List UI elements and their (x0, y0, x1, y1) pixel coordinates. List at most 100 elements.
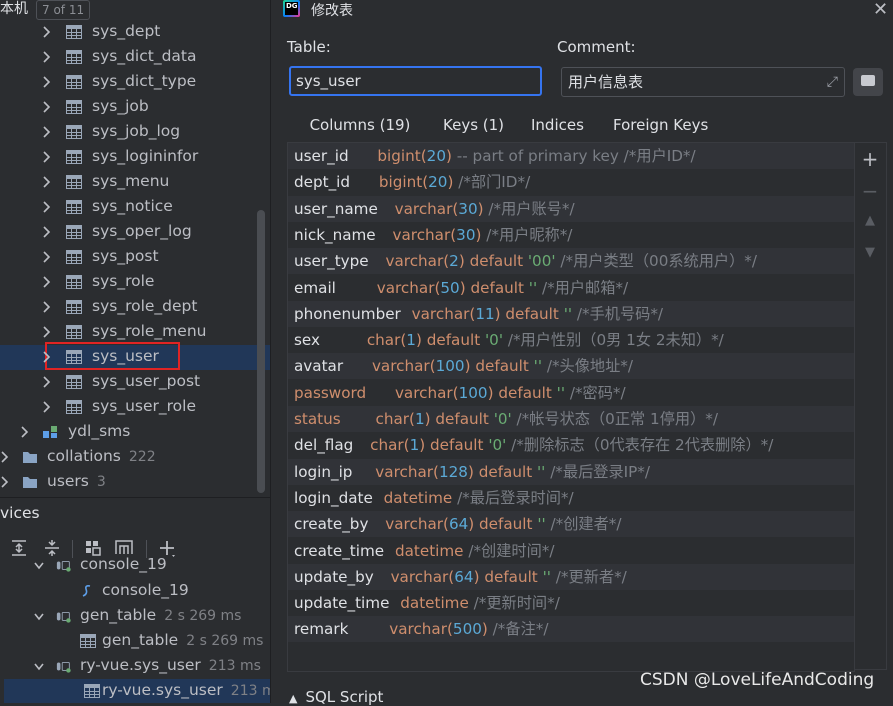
column-comment: /*更新者*/ (555, 567, 627, 586)
tree-header-title: 本机 (0, 1, 28, 17)
close-icon[interactable]: ✕ (873, 0, 888, 20)
table-tree-item[interactable]: sys_logininfor (0, 145, 270, 170)
move-down-icon[interactable]: ▼ (855, 245, 885, 260)
column-row[interactable]: avatar varchar(100) default '' /*头像地址*/ (288, 353, 854, 380)
column-row[interactable]: update_time datetime /*更新时间*/ (288, 590, 854, 616)
tree-item-label: users (47, 472, 89, 490)
table-tree-item[interactable]: sys_job_log (0, 120, 270, 145)
sql-script-toggle[interactable]: ▲ SQL Script (289, 688, 383, 706)
column-comment: /*创建时间*/ (468, 541, 555, 560)
table-icon (66, 325, 82, 339)
table-icon (66, 300, 82, 314)
service-item[interactable]: ry-vue.sys_user 213 ms (4, 679, 270, 703)
column-row[interactable]: login_ip varchar(128) default '' /*最后登录I… (288, 458, 854, 485)
table-tree-item[interactable]: sys_user (0, 342, 270, 370)
column-name: phonenumber (294, 304, 401, 323)
comment-input[interactable]: 用户信息表 ⤢ (561, 67, 845, 97)
tab-keys[interactable]: Keys (1) (443, 112, 504, 142)
comment-value: 用户信息表 (568, 73, 644, 91)
column-comment: /*用户账号*/ (488, 199, 575, 218)
table-tree-item[interactable]: sys_role (0, 270, 270, 295)
table-tree-item[interactable]: sys_user_role (0, 395, 270, 420)
tree-item-collations[interactable]: collations 222 (0, 445, 270, 470)
service-item-label: ry-vue.sys_user (102, 681, 223, 699)
column-length: 64 (448, 515, 469, 534)
column-row[interactable]: create_time datetime /*创建时间*/ (288, 538, 854, 564)
tab-foreign-keys[interactable]: Foreign Keys (613, 112, 708, 142)
remove-column-icon[interactable]: − (855, 179, 885, 203)
dialog-title: 修改表 (311, 3, 353, 19)
message-icon (861, 75, 875, 86)
table-tree-item[interactable]: sys_notice (0, 195, 270, 220)
datagrip-logo-icon: DG (283, 0, 300, 17)
service-item[interactable]: console_19 (0, 579, 270, 604)
column-row[interactable]: sex char(1) default '0' /*用户性别（0男 1女 2未知… (288, 327, 854, 353)
column-name: login_date (294, 488, 373, 507)
move-up-icon[interactable]: ▲ (855, 213, 885, 228)
tree-scrollbar[interactable] (257, 210, 265, 493)
expand-icon[interactable]: ⤢ (827, 74, 838, 90)
column-type: varchar (375, 462, 434, 481)
column-type: varchar (385, 515, 443, 534)
tree-item-label: sys_dept (92, 22, 161, 40)
table-tree-item[interactable]: sys_role_dept (0, 295, 270, 320)
tab-indices[interactable]: Indices (531, 112, 584, 142)
column-default: '0' (488, 436, 507, 455)
table-tree-item[interactable]: sys_dict_data (0, 45, 270, 70)
service-item[interactable]: ry-vue.sys_user 213 ms (0, 654, 270, 679)
column-comment: /*头像地址*/ (546, 357, 634, 376)
console-icon (56, 612, 71, 623)
service-item-label: gen_table (80, 606, 157, 624)
service-item[interactable]: gen_table 2 s 269 ms (0, 604, 270, 629)
table-tree-item[interactable]: sys_role_menu (0, 320, 270, 345)
column-comment: /*备注*/ (492, 620, 549, 639)
chevron-right-icon (43, 76, 51, 88)
table-tree-item[interactable]: sys_oper_log (0, 220, 270, 245)
column-row[interactable]: del_flag char(1) default '0' /*删除标志（0代表存… (288, 432, 854, 458)
default-keyword: default (475, 357, 529, 376)
column-default: '00' (527, 252, 556, 271)
table-tree-item[interactable]: sys_post (0, 245, 270, 270)
tree-item-schema[interactable]: ydl_sms (0, 420, 270, 445)
column-row[interactable]: create_by varchar(64) default '' /*创建者*/ (288, 511, 854, 538)
table-icon (66, 75, 82, 89)
service-item[interactable]: gen_table 2 s 269 ms (0, 629, 270, 654)
table-tree-item[interactable]: sys_dept (0, 20, 270, 45)
add-column-icon[interactable]: + (855, 147, 885, 171)
column-row[interactable]: password varchar(100) default '' /*密码*/ (288, 380, 854, 406)
column-row[interactable]: user_type varchar(2) default '00' /*用户类型… (288, 248, 854, 275)
table-tree-item[interactable]: sys_job (0, 95, 270, 120)
chevron-down-icon (34, 663, 44, 671)
column-name: create_time (294, 541, 385, 560)
column-length: 20 (428, 173, 448, 192)
column-row[interactable]: user_id bigint(20) -- part of primary ke… (288, 143, 854, 169)
service-item-label: gen_table (102, 631, 179, 649)
column-row[interactable]: user_name varchar(30) /*用户账号*/ (288, 195, 854, 222)
table-tree-item[interactable]: sys_dict_type (0, 70, 270, 95)
tab-columns[interactable]: Columns (19) (299, 112, 421, 145)
chevron-right-icon (21, 426, 29, 438)
column-row[interactable]: login_date datetime /*最后登录时间*/ (288, 485, 854, 511)
panel-divider (0, 497, 270, 498)
column-row[interactable]: remark varchar(500) /*备注*/ (288, 616, 854, 643)
comment-editor-button[interactable] (853, 68, 883, 96)
tree-item-users[interactable]: users 3 (0, 470, 270, 495)
service-item[interactable]: console_19 (0, 553, 270, 578)
table-icon (66, 125, 82, 139)
table-icon (66, 175, 82, 189)
column-row[interactable]: phonenumber varchar(11) default '' /*手机号… (288, 300, 854, 327)
column-default: '' (533, 357, 543, 376)
tree-item-label: sys_role (92, 272, 155, 290)
default-keyword: default (430, 436, 484, 455)
column-row[interactable]: dept_id bigint(20) /*部门ID*/ (288, 169, 854, 195)
chevron-down-icon (34, 613, 44, 621)
column-row[interactable]: status char(1) default '0' /*帐号状态（0正常 1停… (288, 406, 854, 432)
column-row[interactable]: nick_name varchar(30) /*用户昵称*/ (288, 222, 854, 248)
table-tree-item[interactable]: sys_menu (0, 170, 270, 195)
default-keyword: default (469, 252, 524, 271)
tree-item-label: sys_notice (92, 197, 173, 215)
column-row[interactable]: update_by varchar(64) default '' /*更新者*/ (288, 563, 854, 590)
column-row[interactable]: email varchar(50) default '' /*用户邮箱*/ (288, 275, 854, 301)
table-name-input[interactable]: sys_user (289, 66, 542, 96)
table-tree-item[interactable]: sys_user_post (0, 370, 270, 395)
